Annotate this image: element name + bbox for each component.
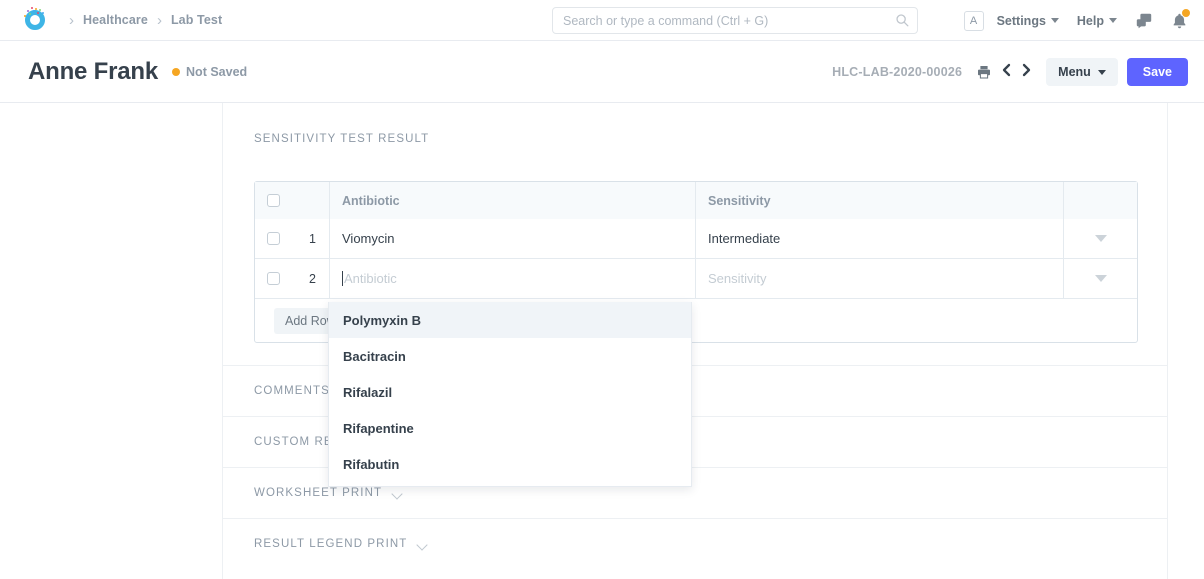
section-label-sensitivity-test-result: Sensitivity Test Result [254, 133, 1167, 145]
row-index: 1 [309, 232, 316, 246]
chevron-down-icon [1095, 235, 1107, 242]
document-id: HLC-LAB-2020-00026 [832, 65, 962, 79]
cell-antibiotic-input[interactable]: Antibiotic [330, 259, 696, 298]
grid-body: 1 Viomycin Intermediate 2 Antibiotic [255, 219, 1137, 298]
next-record-button[interactable] [1020, 63, 1032, 82]
status-label: Not Saved [186, 65, 247, 79]
help-label: Help [1077, 14, 1104, 28]
cell-antibiotic[interactable]: Viomycin [330, 219, 696, 258]
grid-header-antibiotic: Antibiotic [330, 182, 696, 219]
chat-button[interactable] [1135, 12, 1153, 30]
page-body: Sensitivity Test Result Antibiotic Sensi… [0, 103, 1204, 579]
chevron-down-icon [1051, 18, 1059, 23]
row-checkbox[interactable] [267, 272, 280, 285]
breadcrumb-separator-icon: › [69, 13, 74, 28]
chevron-down-icon [1109, 18, 1117, 23]
row-checkbox[interactable] [267, 232, 280, 245]
page-title: Anne Frank [28, 58, 158, 86]
row-expand-cell[interactable] [1064, 259, 1137, 298]
row-select-cell: 2 [255, 259, 330, 298]
grid-header-sensitivity: Sensitivity [696, 182, 1064, 219]
chat-bubbles-icon [1135, 12, 1153, 30]
section-result-legend-print[interactable]: Result Legend Print [223, 518, 1167, 569]
settings-menu[interactable]: Settings [997, 14, 1059, 28]
text-cursor [342, 271, 343, 286]
section-label-comments: Comments [254, 385, 330, 397]
page-header-actions: HLC-LAB-2020-00026 Menu [832, 41, 1188, 103]
grid-header-row: Antibiotic Sensitivity [255, 182, 1137, 219]
grid-header-actions [1064, 182, 1137, 219]
dropdown-option[interactable]: Bacitracin [329, 338, 691, 374]
antibiotic-autocomplete-dropdown[interactable]: Polymyxin B Bacitracin Rifalazil Rifapen… [328, 302, 692, 487]
save-button[interactable]: Save [1127, 58, 1188, 86]
frappe-logo-icon[interactable] [22, 7, 48, 33]
chevron-down-icon [393, 490, 404, 497]
record-navigation [1001, 63, 1032, 82]
select-all-checkbox[interactable] [267, 194, 280, 207]
grid-header-checkbox-cell [255, 182, 330, 219]
menu-button[interactable]: Menu [1046, 58, 1118, 86]
status-dot-icon [172, 68, 180, 76]
previous-record-button[interactable] [1001, 63, 1013, 82]
dropdown-option[interactable]: Rifalazil [329, 374, 691, 410]
table-row[interactable]: 1 Viomycin Intermediate [255, 219, 1137, 258]
notifications-button[interactable] [1171, 12, 1188, 30]
section-label-worksheet-print: Worksheet Print [254, 487, 382, 499]
breadcrumb-separator-icon: › [157, 13, 162, 28]
dropdown-option[interactable]: Polymyxin B [329, 302, 691, 338]
status-badge[interactable]: Not Saved [172, 65, 247, 79]
cell-sensitivity[interactable]: Intermediate [696, 219, 1064, 258]
chevron-down-icon [1098, 70, 1106, 75]
chevron-down-icon [418, 541, 429, 548]
help-menu[interactable]: Help [1077, 14, 1117, 28]
breadcrumb-item-healthcare[interactable]: Healthcare [83, 13, 148, 27]
breadcrumb: › Healthcare › Lab Test [60, 13, 222, 28]
dropdown-option[interactable]: Rifapentine [329, 410, 691, 446]
breadcrumb-item-lab-test[interactable]: Lab Test [171, 13, 222, 27]
chevron-left-icon [1001, 63, 1013, 77]
antibiotic-placeholder: Antibiotic [344, 271, 397, 286]
menu-label: Menu [1058, 65, 1091, 79]
global-search[interactable] [552, 7, 918, 34]
notification-badge [1182, 9, 1190, 17]
table-row[interactable]: 2 Antibiotic Sensitivity [255, 258, 1137, 298]
page-header: Anne Frank Not Saved HLC-LAB-2020-00026 [0, 41, 1204, 103]
row-index: 2 [309, 272, 316, 286]
navbar-right-actions: A Settings Help [964, 0, 1190, 41]
row-select-cell: 1 [255, 219, 330, 258]
sensitivity-placeholder: Sensitivity [708, 271, 767, 286]
section-label-result-legend-print: Result Legend Print [254, 538, 407, 550]
chevron-down-icon [1095, 275, 1107, 282]
cell-sensitivity-input[interactable]: Sensitivity [696, 259, 1064, 298]
chevron-right-icon [1020, 63, 1032, 77]
settings-label: Settings [997, 14, 1046, 28]
sensitivity-section-header: Sensitivity Test Result [223, 103, 1167, 145]
search-icon [895, 13, 909, 27]
printer-icon [976, 64, 992, 80]
row-expand-cell[interactable] [1064, 219, 1137, 258]
search-input[interactable] [552, 7, 918, 34]
print-button[interactable] [976, 64, 992, 80]
top-navbar: › Healthcare › Lab Test A Settings Help [0, 0, 1204, 41]
dropdown-option[interactable]: Rifabutin [329, 446, 691, 482]
avatar[interactable]: A [964, 11, 984, 31]
